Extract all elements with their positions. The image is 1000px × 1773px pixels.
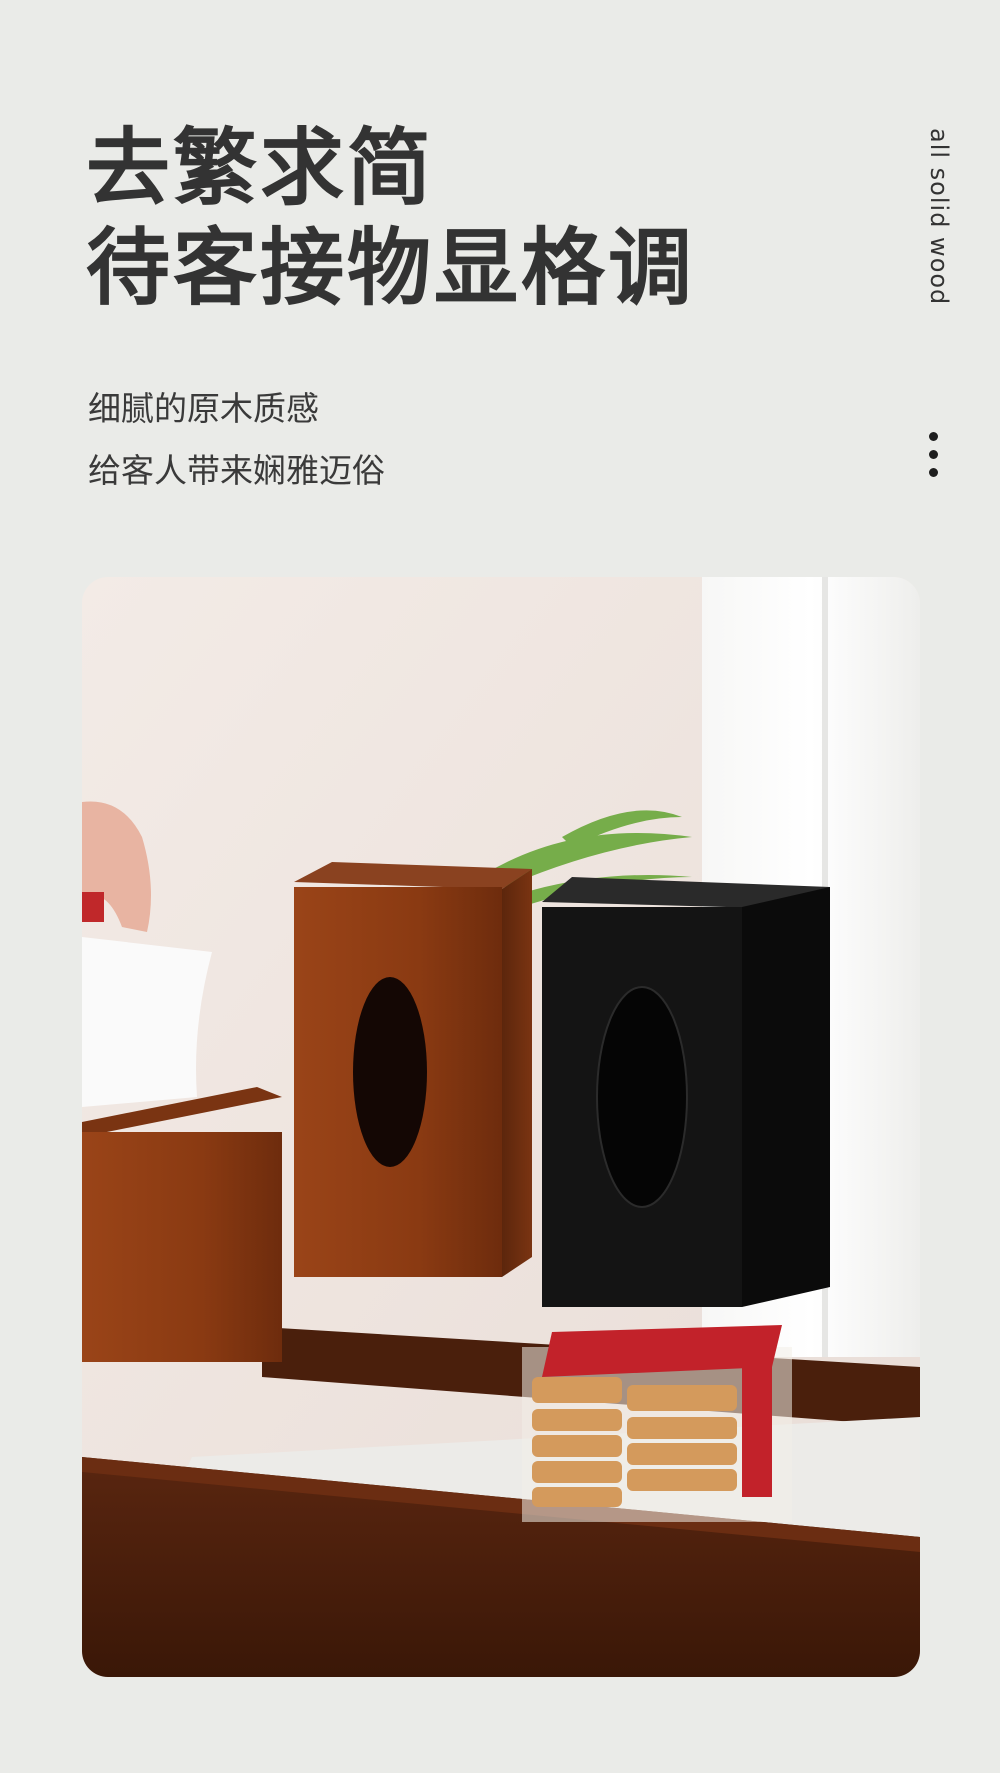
subtext: 细腻的原木质感 给客人带来娴雅迈俗	[88, 378, 385, 502]
side-tag: all solid wood	[925, 128, 953, 306]
headline: 去繁求简 待客接物显格调	[86, 118, 695, 318]
headline-line-1: 去繁求简	[86, 119, 435, 217]
vertical-dots-icon	[929, 432, 941, 486]
product-photo	[82, 577, 920, 1677]
subtext-line-2: 给客人带来娴雅迈俗	[88, 451, 385, 490]
subtext-line-1: 细腻的原木质感	[88, 389, 319, 428]
headline-line-2: 待客接物显格调	[86, 219, 696, 317]
